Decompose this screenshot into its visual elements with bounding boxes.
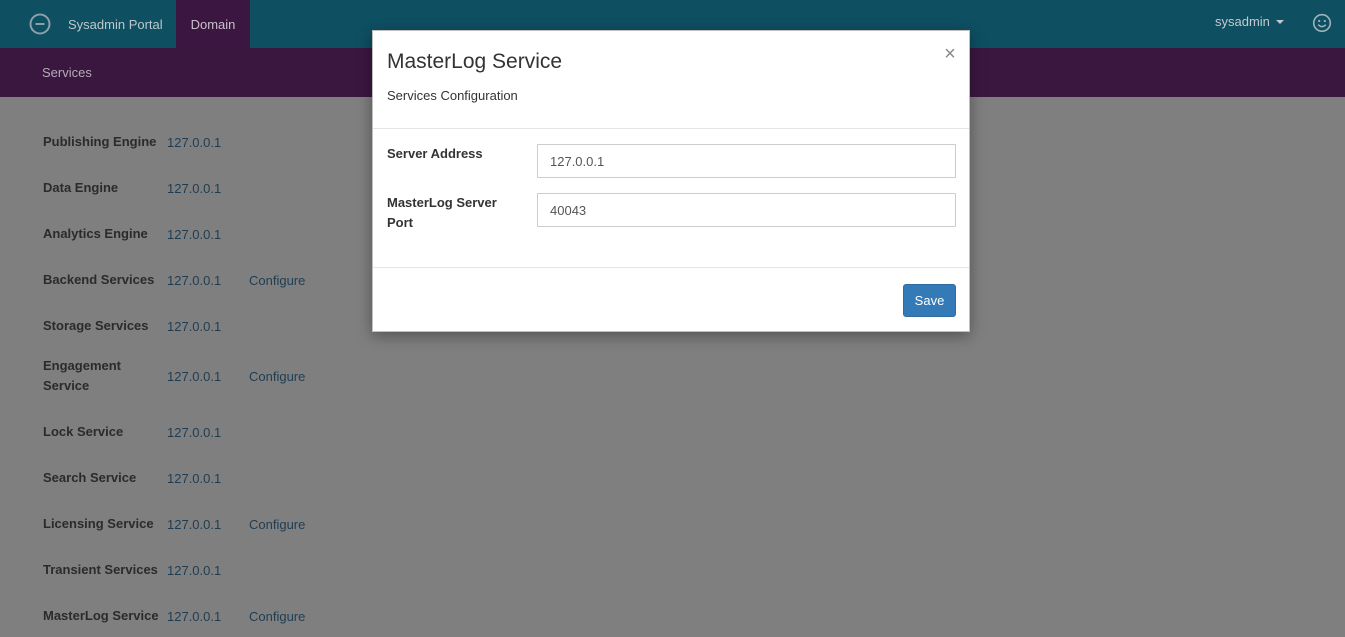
service-address[interactable]: 127.0.0.1 xyxy=(167,425,249,440)
service-name: Backend Services xyxy=(43,272,155,287)
service-address[interactable]: 127.0.0.1 xyxy=(167,369,249,384)
service-row: MasterLog Service 127.0.0.1 Configure xyxy=(43,606,305,626)
service-address[interactable]: 127.0.0.1 xyxy=(167,609,249,624)
service-name: Engagement Service xyxy=(43,358,122,393)
service-row: Publishing Engine 127.0.0.1 xyxy=(43,132,249,152)
service-address[interactable]: 127.0.0.1 xyxy=(167,517,249,532)
service-row: Analytics Engine 127.0.0.1 xyxy=(43,224,249,244)
service-name: Lock Service xyxy=(43,424,124,439)
modal-header: MasterLog Service Services Configuration… xyxy=(373,31,969,129)
modal-subtitle: Services Configuration xyxy=(387,88,518,103)
masterlog-config-modal: MasterLog Service Services Configuration… xyxy=(372,30,970,332)
close-icon[interactable]: × xyxy=(941,44,959,64)
service-name: MasterLog Service xyxy=(43,608,159,623)
service-row: Storage Services 127.0.0.1 xyxy=(43,316,249,336)
user-menu[interactable]: sysadmin xyxy=(1215,14,1284,29)
configure-link[interactable]: Configure xyxy=(249,517,305,532)
server-port-label: MasterLog Server Port xyxy=(387,195,497,230)
logo-icon xyxy=(29,13,51,35)
service-name: Transient Services xyxy=(43,562,158,577)
modal-footer: Save xyxy=(373,268,969,332)
service-address[interactable]: 127.0.0.1 xyxy=(167,471,249,486)
save-button[interactable]: Save xyxy=(903,284,956,317)
service-row: Search Service 127.0.0.1 xyxy=(43,468,249,488)
service-row: Lock Service 127.0.0.1 xyxy=(43,422,249,442)
service-address[interactable]: 127.0.0.1 xyxy=(167,135,249,150)
service-row: Backend Services 127.0.0.1 Configure xyxy=(43,270,305,290)
service-address[interactable]: 127.0.0.1 xyxy=(167,319,249,334)
nav-item-domain-label: Domain xyxy=(190,16,236,32)
brand[interactable]: Sysadmin Portal xyxy=(28,10,163,38)
smiley-icon[interactable] xyxy=(1312,13,1332,33)
service-name: Licensing Service xyxy=(43,516,154,531)
service-address[interactable]: 127.0.0.1 xyxy=(167,563,249,578)
service-row: Licensing Service 127.0.0.1 Configure xyxy=(43,514,305,534)
service-row: Engagement Service 127.0.0.1 Configure xyxy=(43,356,305,396)
configure-link[interactable]: Configure xyxy=(249,369,305,384)
service-name: Publishing Engine xyxy=(43,134,157,149)
server-address-input[interactable] xyxy=(537,144,956,178)
modal-title: MasterLog Service xyxy=(387,50,563,73)
chevron-down-icon xyxy=(1275,19,1284,24)
server-address-label: Server Address xyxy=(387,146,483,161)
user-name: sysadmin xyxy=(1215,14,1270,29)
nav-item-domain[interactable]: Domain xyxy=(176,0,250,48)
brand-name: Sysadmin Portal xyxy=(68,16,163,32)
service-name: Search Service xyxy=(43,470,137,485)
service-name: Data Engine xyxy=(43,180,119,195)
service-name: Storage Services xyxy=(43,318,149,333)
service-address[interactable]: 127.0.0.1 xyxy=(167,227,249,242)
modal-body: Server Address MasterLog Server Port xyxy=(373,129,969,268)
service-row: Data Engine 127.0.0.1 xyxy=(43,178,249,198)
configure-link[interactable]: Configure xyxy=(249,273,305,288)
subnav-item-services[interactable]: Services xyxy=(42,65,92,80)
service-name: Analytics Engine xyxy=(43,226,148,241)
service-address[interactable]: 127.0.0.1 xyxy=(167,273,249,288)
configure-link[interactable]: Configure xyxy=(249,609,305,624)
service-address[interactable]: 127.0.0.1 xyxy=(167,181,249,196)
service-row: Transient Services 127.0.0.1 xyxy=(43,560,249,580)
server-port-input[interactable] xyxy=(537,193,956,227)
